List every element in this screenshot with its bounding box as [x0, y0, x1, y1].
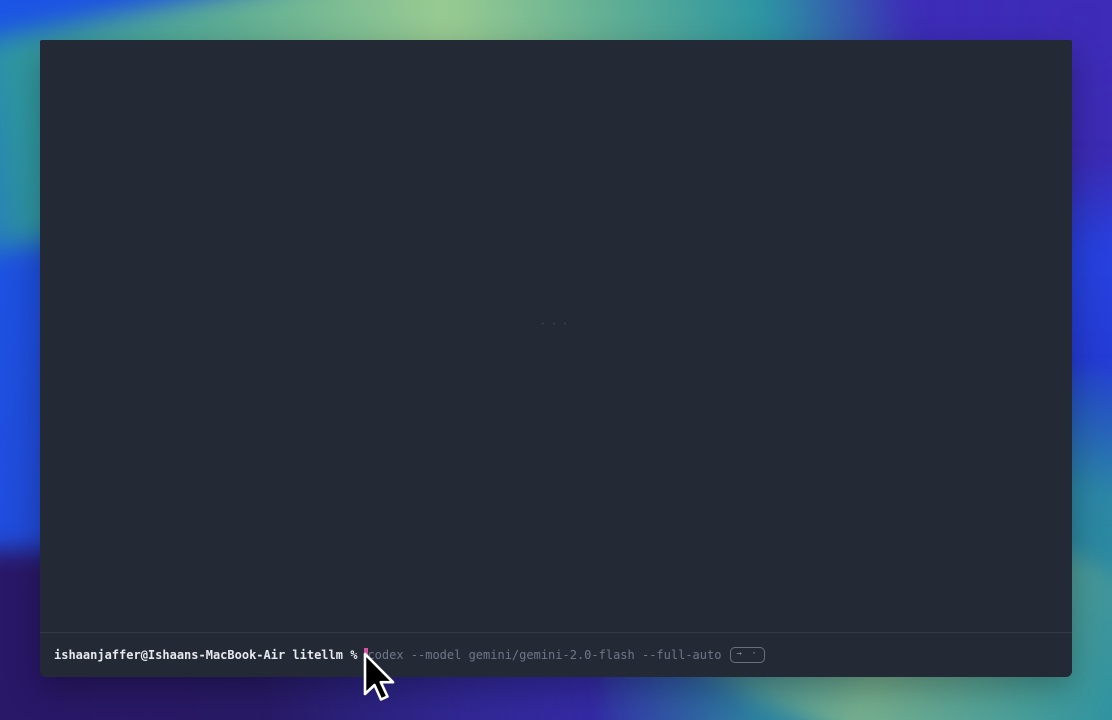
desktop: ··· ishaanjaffer@Ishaans-MacBook-Air lit…: [0, 0, 1112, 720]
terminal-divider: [40, 632, 1072, 633]
autosuggest-command: codex --model gemini/gemini-2.0-flash --…: [367, 648, 721, 663]
terminal-faded-ellipsis: ···: [40, 318, 1072, 330]
terminal-window[interactable]: ··· ishaanjaffer@Ishaans-MacBook-Air lit…: [40, 40, 1072, 677]
tab-key-hint: → ·: [730, 647, 764, 663]
shell-prompt: ishaanjaffer@Ishaans-MacBook-Air litellm…: [54, 648, 357, 663]
terminal-prompt-line[interactable]: ishaanjaffer@Ishaans-MacBook-Air litellm…: [54, 638, 1062, 672]
